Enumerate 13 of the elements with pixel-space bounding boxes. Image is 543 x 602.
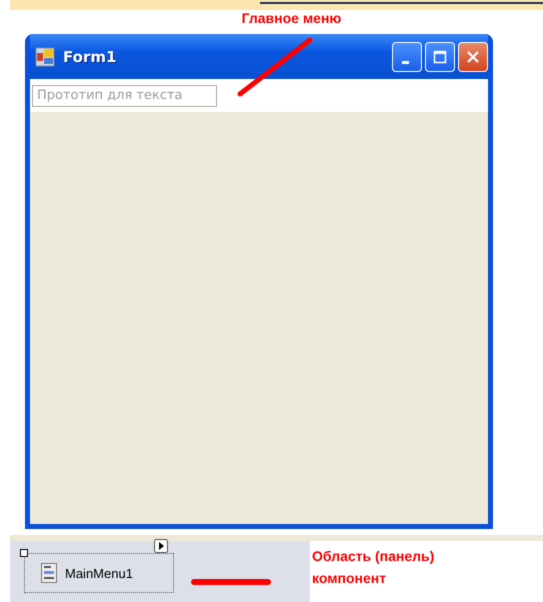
menu-item-field[interactable]: Прототип для текста: [32, 84, 217, 106]
window-title: Form1: [63, 48, 116, 66]
selection-handle[interactable]: [20, 549, 28, 557]
close-icon: [466, 50, 480, 64]
menu-component-icon: [41, 563, 57, 583]
smart-tag-icon[interactable]: [154, 539, 168, 553]
minimize-button[interactable]: [392, 42, 422, 72]
tray-component[interactable]: MainMenu1: [24, 553, 174, 593]
minimize-icon: [402, 61, 408, 64]
close-button[interactable]: [458, 42, 488, 72]
form-icon: [35, 46, 55, 66]
maximize-icon: [433, 50, 447, 64]
maximize-button[interactable]: [425, 42, 455, 72]
